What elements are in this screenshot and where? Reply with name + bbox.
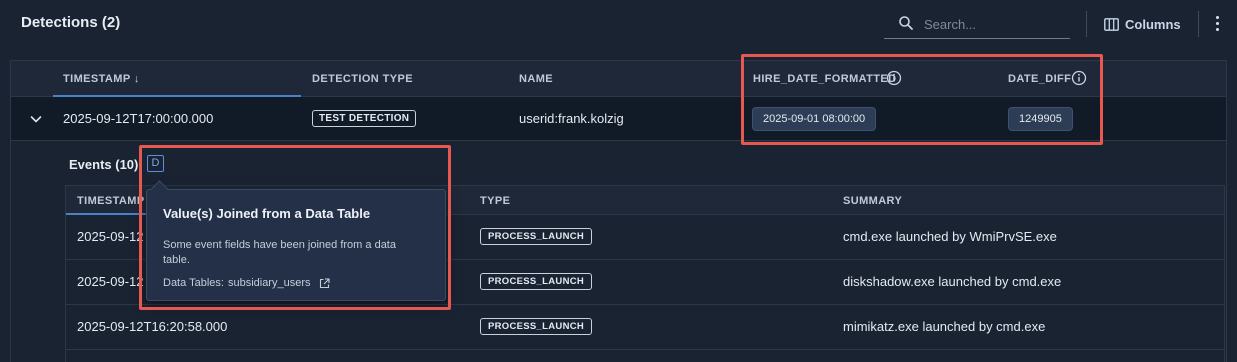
data-table-badge[interactable]: D — [147, 155, 164, 172]
tooltip-title: Value(s) Joined from a Data Table — [163, 206, 371, 221]
hire-date-pill: 2025-09-01 08:00:00 — [752, 107, 877, 131]
event-type-tag: PROCESS_LAUNCH — [480, 318, 593, 335]
column-header-type[interactable]: TYPE — [480, 195, 510, 207]
columns-icon — [1104, 17, 1119, 31]
column-header-date-diff[interactable]: DATE_DIFF — [1008, 73, 1071, 85]
timestamp-cell: 2025-09-12T17:00:00.000 — [63, 111, 214, 126]
event-summary: mimikatz.exe launched by cmd.exe — [843, 319, 1046, 334]
data-table-link[interactable]: subsidiary_users — [228, 277, 311, 289]
event-timestamp: 2025-09-12T16:20:58.000 — [77, 319, 228, 334]
event-timestamp: 2025-09-12 — [77, 274, 144, 289]
info-icon[interactable] — [886, 70, 902, 86]
event-type-tag: PROCESS_LAUNCH — [480, 228, 593, 245]
detection-type-tag: TEST DETECTION — [312, 110, 417, 127]
table-row[interactable]: 2025-09-12T17:00:00.000 TEST DETECTION u… — [11, 97, 1226, 141]
tooltip-body: Some event fields have been joined from … — [163, 239, 396, 266]
chevron-down-icon[interactable] — [29, 112, 43, 126]
name-cell: userid:frank.kolzig — [519, 111, 624, 126]
date-diff-pill: 1249905 — [1008, 107, 1073, 131]
tooltip-footer: Data Tables: subsidiary_users — [163, 277, 330, 289]
event-summary: diskshadow.exe launched by cmd.exe — [843, 274, 1062, 289]
data-table-tooltip: Value(s) Joined from a Data Table Some e… — [146, 189, 446, 301]
column-header-hire-date-formatted[interactable]: HIRE_DATE_FORMATTED — [753, 73, 896, 85]
column-header-detection-type[interactable]: DETECTION TYPE — [312, 73, 413, 85]
search-icon — [899, 16, 913, 30]
top-bar: Detections (2) Columns — [0, 0, 1237, 48]
divider — [1198, 11, 1199, 37]
page-title: Detections (2) — [21, 14, 121, 31]
divider — [1086, 11, 1087, 37]
column-header-summary[interactable]: SUMMARY — [843, 195, 902, 207]
event-type-tag: PROCESS_LAUNCH — [480, 273, 593, 290]
info-icon[interactable] — [1071, 70, 1087, 86]
column-header-timestamp[interactable]: TIMESTAMP ↓ — [63, 73, 140, 85]
columns-button[interactable]: Columns — [1104, 13, 1181, 35]
column-header-name[interactable]: NAME — [519, 73, 553, 85]
columns-label: Columns — [1125, 16, 1181, 32]
external-link-icon[interactable] — [319, 277, 330, 289]
column-header-timestamp[interactable]: TIMESTAMP — [77, 195, 145, 207]
event-summary: cmd.exe launched by WmiPrvSE.exe — [843, 229, 1057, 244]
search-input[interactable] — [924, 13, 1064, 35]
event-timestamp: 2025-09-12 — [77, 229, 144, 244]
search-box[interactable] — [884, 9, 1070, 39]
table-row[interactable]: 2025-09-12T16:20:58.000 PROCESS_LAUNCH m… — [66, 305, 1224, 350]
kebab-menu-icon[interactable] — [1210, 13, 1226, 35]
data-tables-label: Data Tables: — [163, 277, 224, 289]
table-header: TIMESTAMP ↓ DETECTION TYPE NAME HIRE_DAT… — [11, 61, 1226, 97]
events-title: Events (10) — [69, 157, 139, 172]
